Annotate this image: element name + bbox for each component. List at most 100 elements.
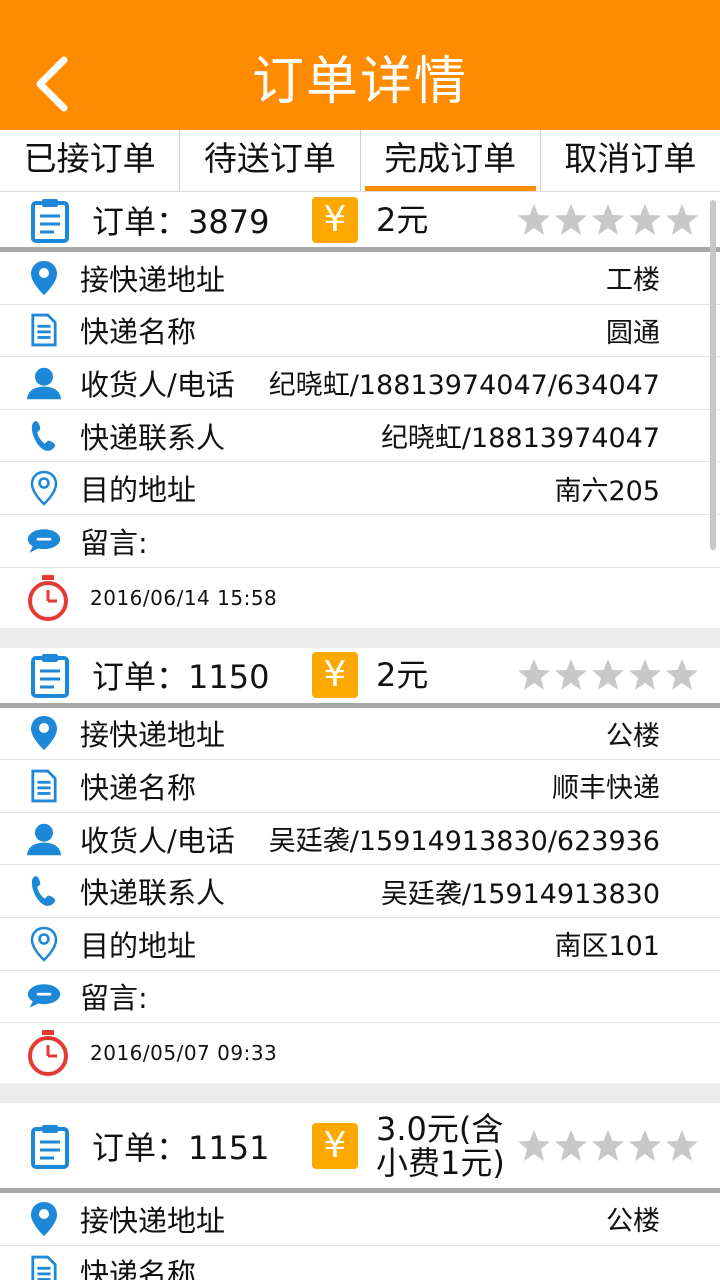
card-separator — [0, 1083, 720, 1104]
star-icon[interactable] — [553, 1128, 589, 1164]
document-icon — [26, 768, 62, 804]
order-price: 3.0元(含小费1元) — [376, 1109, 505, 1182]
detail-row: 收货人/电话 吴廷袭/15914913830/623936 — [0, 813, 720, 866]
detail-value: 吴廷袭/15914913830 — [380, 878, 660, 910]
rating-stars[interactable] — [515, 1128, 700, 1164]
detail-value: 南区101 — [554, 931, 660, 963]
yen-icon: ¥ — [312, 196, 358, 243]
star-icon[interactable] — [627, 1128, 663, 1164]
app-screen: 订单详情 已接订单 待送订单 完成订单 取消订单 订单：3879 ¥ 2元 接快… — [0, 0, 720, 1280]
order-time-row: 2016/05/07 09:33 — [0, 1023, 720, 1083]
detail-value: 公楼 — [606, 1206, 660, 1238]
detail-row: 快递名称 圆通 — [0, 305, 720, 358]
detail-label: 快递联系人 — [80, 876, 226, 911]
person-icon — [26, 821, 62, 857]
detail-value: 南六205 — [554, 475, 660, 507]
tab-completed[interactable]: 完成订单 — [361, 130, 541, 191]
detail-row: 接快递地址 公楼 — [0, 1193, 720, 1246]
order-time-row: 2016/06/14 15:58 — [0, 568, 720, 628]
tab-pending[interactable]: 待送订单 — [180, 130, 361, 191]
star-icon[interactable] — [627, 657, 663, 693]
location-pin-icon — [26, 260, 62, 296]
star-icon[interactable] — [627, 202, 663, 238]
order-tabs: 已接订单 待送订单 完成订单 取消订单 — [0, 130, 720, 192]
order-price: 2元 — [376, 200, 429, 239]
detail-label: 接快递地址 — [80, 262, 226, 297]
detail-label: 快递联系人 — [80, 420, 226, 455]
clipboard-icon — [30, 197, 70, 243]
detail-row: 快递联系人 吴廷袭/15914913830 — [0, 865, 720, 918]
card-separator — [0, 627, 720, 648]
detail-row: 留言: — [0, 515, 720, 568]
order-number: 订单：1150 — [92, 658, 270, 697]
order-card[interactable]: 订单：3879 ¥ 2元 接快递地址 工楼 快递名称 圆通 收货人/电话 纪晓虹… — [0, 192, 720, 628]
detail-row: 接快递地址 公楼 — [0, 708, 720, 761]
detail-row: 目的地址 南六205 — [0, 462, 720, 515]
message-bubble-icon — [26, 523, 62, 559]
detail-row: 快递名称 顺丰快递 — [0, 760, 720, 813]
location-outline-icon — [26, 926, 62, 962]
star-icon[interactable] — [664, 1128, 700, 1164]
detail-label: 收货人/电话 — [80, 367, 235, 402]
timer-icon — [24, 1029, 72, 1077]
star-icon[interactable] — [664, 202, 700, 238]
detail-label: 接快递地址 — [80, 718, 226, 753]
scrollbar[interactable] — [710, 200, 716, 550]
location-pin-icon — [26, 715, 62, 751]
star-icon[interactable] — [590, 1128, 626, 1164]
star-icon[interactable] — [516, 1128, 552, 1164]
star-icon[interactable] — [590, 202, 626, 238]
detail-label: 接快递地址 — [80, 1203, 226, 1238]
star-icon[interactable] — [664, 657, 700, 693]
yen-icon: ¥ — [312, 1122, 358, 1169]
detail-label: 快递名称 — [80, 770, 197, 805]
tab-accepted[interactable]: 已接订单 — [0, 130, 181, 191]
star-icon[interactable] — [516, 657, 552, 693]
detail-label: 目的地址 — [80, 473, 197, 508]
detail-row: 快递联系人 纪晓虹/18813974047 — [0, 410, 720, 463]
detail-row: 留言: — [0, 971, 720, 1024]
order-number: 订单：3879 — [92, 202, 270, 241]
detail-label: 收货人/电话 — [80, 823, 235, 858]
document-icon — [26, 312, 62, 348]
star-icon[interactable] — [590, 657, 626, 693]
timer-icon — [24, 574, 72, 622]
detail-value: 顺丰快递 — [552, 773, 660, 805]
rating-stars[interactable] — [515, 657, 700, 693]
order-header: 订单：3879 ¥ 2元 — [0, 192, 720, 252]
star-icon[interactable] — [553, 202, 589, 238]
clipboard-icon — [30, 652, 70, 699]
clipboard-icon — [30, 1123, 70, 1169]
order-header: 订单：1151 ¥ 3.0元(含小费1元) — [0, 1103, 720, 1194]
detail-value: 公楼 — [606, 720, 660, 752]
detail-value: 圆通 — [606, 317, 660, 349]
order-card[interactable]: 订单：1151 ¥ 3.0元(含小费1元) 接快递地址 公楼 快递名称 — [0, 1103, 720, 1280]
detail-label: 留言: — [80, 981, 148, 1016]
detail-row: 收货人/电话 纪晓虹/18813974047/634047 — [0, 357, 720, 410]
order-list[interactable]: 订单：3879 ¥ 2元 接快递地址 工楼 快递名称 圆通 收货人/电话 纪晓虹… — [0, 192, 720, 1280]
person-icon — [26, 365, 62, 401]
star-icon[interactable] — [553, 657, 589, 693]
order-price: 2元 — [376, 656, 429, 695]
title-bar: 订单详情 — [0, 0, 720, 130]
detail-label: 目的地址 — [80, 928, 197, 963]
detail-row: 接快递地址 工楼 — [0, 252, 720, 305]
detail-row: 目的地址 南区101 — [0, 918, 720, 971]
rating-stars[interactable] — [515, 202, 700, 238]
detail-value: 纪晓虹/18813974047 — [380, 423, 660, 455]
star-icon[interactable] — [516, 202, 552, 238]
order-header: 订单：1150 ¥ 2元 — [0, 648, 720, 708]
detail-label: 留言: — [80, 525, 148, 560]
tab-cancelled[interactable]: 取消订单 — [541, 130, 720, 191]
document-icon — [26, 1254, 62, 1280]
order-card[interactable]: 订单：1150 ¥ 2元 接快递地址 公楼 快递名称 顺丰快递 收货人/电话 吴… — [0, 648, 720, 1084]
detail-value: 工楼 — [606, 265, 660, 297]
location-outline-icon — [26, 470, 62, 506]
phone-icon — [26, 418, 62, 454]
detail-label: 快递名称 — [80, 1256, 197, 1280]
yen-icon: ¥ — [312, 652, 358, 699]
order-number: 订单：1151 — [92, 1128, 270, 1167]
order-timestamp: 2016/05/07 09:33 — [90, 1041, 278, 1066]
detail-value: 纪晓虹/18813974047/634047 — [268, 370, 660, 402]
location-pin-icon — [26, 1201, 62, 1237]
